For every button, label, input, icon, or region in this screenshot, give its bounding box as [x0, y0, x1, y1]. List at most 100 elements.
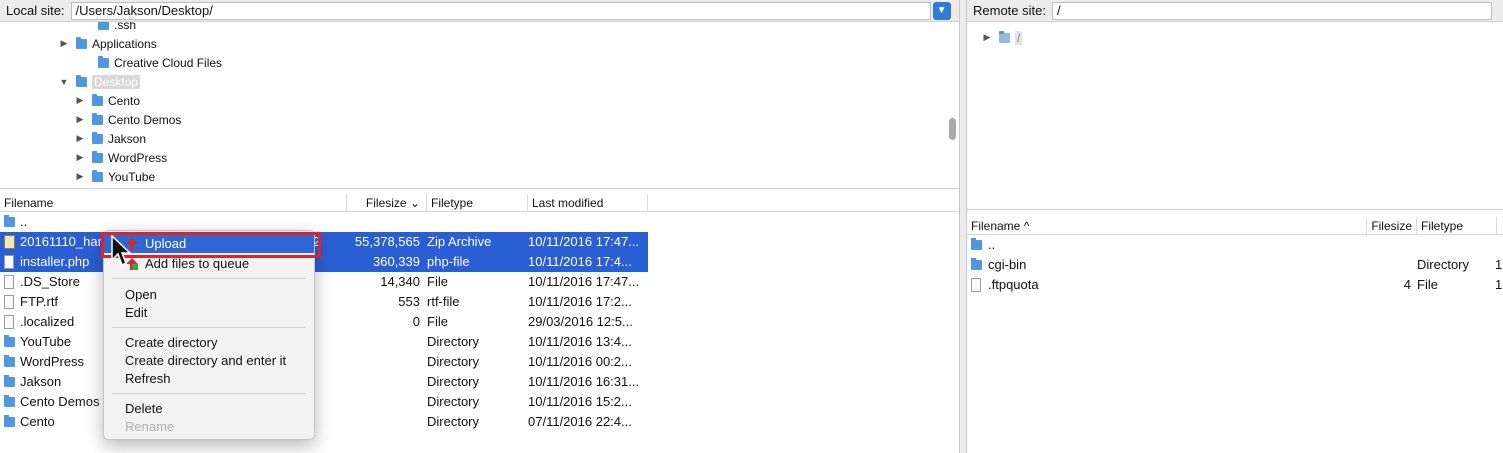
- file-row[interactable]: FTP.rtf 553 rtf-file 10/11/2016 17:2...: [0, 292, 648, 312]
- mouse-pointer-icon: [111, 235, 132, 267]
- file-size: [340, 332, 420, 352]
- folder-icon: [92, 131, 103, 144]
- menu-item-delete[interactable]: Delete: [104, 400, 314, 418]
- remote-column-extra[interactable]: 1: [1497, 217, 1503, 235]
- local-file-list-header: Filename Filesize ⌄ Filetype Last modifi…: [0, 194, 959, 212]
- file-type: Directory: [427, 354, 480, 369]
- local-tree-scrollbar[interactable]: [949, 118, 956, 140]
- menu-item-create-directory-enter[interactable]: Create directory and enter it: [104, 352, 314, 370]
- local-tree-item-label: Creative Cloud Files: [114, 55, 223, 70]
- folder-icon: [971, 238, 982, 250]
- expand-arrow-icon[interactable]: ▶: [74, 133, 86, 144]
- expand-arrow-icon[interactable]: ▶: [74, 114, 86, 125]
- expand-arrow-icon[interactable]: ▶: [74, 171, 86, 182]
- remote-file-size: 4: [1403, 277, 1411, 292]
- remote-column-filename[interactable]: Filename ^: [967, 217, 1367, 235]
- file-row[interactable]: Jakson Directory 10/11/2016 16:31...: [0, 372, 648, 392]
- column-filesize[interactable]: Filesize ⌄: [347, 194, 427, 212]
- menu-separator: [112, 327, 306, 328]
- local-tree-item[interactable]: ▶ WordPress: [74, 148, 167, 167]
- expand-arrow-icon[interactable]: ▶: [981, 32, 993, 43]
- remote-site-path-input[interactable]: /: [1051, 1, 1492, 20]
- remote-site-bar: Remote site: /: [967, 0, 1503, 22]
- remote-file-name: ..: [988, 237, 996, 252]
- column-filesize-label: Filesize: [365, 196, 407, 210]
- remote-tree-root[interactable]: ▶ /: [981, 28, 1023, 47]
- column-filetype[interactable]: Filetype: [427, 194, 528, 212]
- local-tree-item-label: .ssh: [114, 22, 137, 32]
- local-directory-tree[interactable]: .ssh ▶ Applications Creative Cloud Files ▼ De…: [0, 22, 959, 189]
- menu-item-create-directory[interactable]: Create directory: [104, 334, 314, 352]
- sort-up-icon: ^: [1023, 219, 1030, 233]
- column-last-modified[interactable]: Last modified: [528, 194, 648, 212]
- remote-file-extra: [1495, 235, 1503, 255]
- folder-icon: [92, 93, 103, 106]
- remote-file-row[interactable]: .ftpquota 4 File 1: [967, 275, 1503, 295]
- file-size: [340, 392, 420, 412]
- sort-chevron-icon: ⌄: [409, 196, 420, 210]
- file-type: Directory: [427, 394, 480, 409]
- file-row[interactable]: ..: [0, 212, 648, 232]
- expand-arrow-icon[interactable]: ▶: [74, 95, 86, 106]
- local-site-path-input[interactable]: /Users/Jakson/Desktop/: [70, 1, 931, 20]
- local-tree-item[interactable]: ▶ Jakson: [74, 129, 146, 148]
- local-tree-item-label: YouTube: [108, 169, 156, 184]
- folder-icon: [98, 22, 109, 30]
- folder-icon: [76, 74, 87, 87]
- folder-icon: [98, 55, 109, 68]
- remote-file-extra: 1: [1495, 277, 1503, 292]
- local-tree-item[interactable]: ▼ Desktop: [58, 72, 141, 91]
- file-row[interactable]: installer.php 360,339 php-file 10/11/2016 1…: [0, 252, 648, 272]
- remote-file-row[interactable]: ..: [967, 235, 1503, 255]
- local-tree-item[interactable]: ▶ Applications: [58, 34, 157, 53]
- collapse-arrow-icon[interactable]: ▼: [58, 77, 70, 87]
- file-name: Jakson: [20, 374, 62, 389]
- upload-annotation-box: [101, 232, 321, 258]
- folder-icon: [999, 30, 1010, 43]
- menu-item-edit[interactable]: Edit: [104, 304, 314, 322]
- local-tree-item[interactable]: Creative Cloud Files: [80, 53, 222, 72]
- menu-item-refresh[interactable]: Refresh: [104, 370, 314, 388]
- expand-arrow-icon[interactable]: ▶: [74, 152, 86, 163]
- file-size: [340, 372, 420, 392]
- local-tree-item-label: Applications: [92, 36, 157, 51]
- file-icon: [4, 275, 14, 289]
- file-size: 0: [412, 314, 420, 329]
- folder-icon: [971, 258, 982, 270]
- menu-item-rename: Rename: [125, 419, 175, 434]
- file-icon: [4, 315, 14, 329]
- local-tree-item[interactable]: ▶ YouTube: [74, 167, 155, 186]
- local-tree-item[interactable]: .ssh: [80, 22, 136, 34]
- local-tree-item[interactable]: ▶ Cento Demos: [74, 110, 181, 129]
- file-row[interactable]: YouTube Directory 10/11/2016 13:4...: [0, 332, 648, 352]
- file-row[interactable]: WordPress Directory 10/11/2016 00:2...: [0, 352, 648, 372]
- local-site-dropdown-button[interactable]: ▼: [932, 1, 951, 20]
- folder-icon: [4, 395, 15, 407]
- remote-file-list-header: Filename ^ Filesize Filetype 1: [967, 217, 1503, 235]
- file-row[interactable]: Cento Directory 07/11/2016 22:4...: [0, 412, 648, 432]
- column-filename[interactable]: Filename: [0, 194, 347, 212]
- remote-column-filesize[interactable]: Filesize: [1367, 217, 1417, 235]
- file-name: 20161110_har: [20, 234, 102, 249]
- file-name: installer.php: [20, 254, 90, 269]
- remote-file-size: [1367, 255, 1411, 275]
- file-row[interactable]: .DS_Store 14,340 File 10/11/2016 17:47...: [0, 272, 648, 292]
- file-name: Cento Demos: [20, 394, 100, 409]
- file-modified: 10/11/2016 00:2...: [528, 354, 632, 369]
- local-tree-item[interactable]: ▶ Cento: [74, 91, 140, 110]
- file-size: 55,378,565: [354, 234, 420, 249]
- file-row[interactable]: Cento Demos Directory 10/11/2016 15:2...: [0, 392, 648, 412]
- menu-item-open[interactable]: Open: [104, 286, 314, 304]
- remote-file-name: cgi-bin: [988, 257, 1027, 272]
- file-modified: 10/11/2016 13:4...: [528, 334, 632, 349]
- remote-file-type: [1417, 235, 1487, 255]
- file-modified: 07/11/2016 22:4...: [528, 414, 632, 429]
- remote-directory-tree[interactable]: ▶ /: [967, 22, 1503, 210]
- remote-file-row[interactable]: cgi-bin Directory 1: [967, 255, 1503, 275]
- file-modified: 10/11/2016 16:31...: [528, 374, 640, 389]
- remote-column-filetype[interactable]: Filetype: [1417, 217, 1497, 235]
- file-row[interactable]: 20161110_har 2 55,378,565 Zip Archive 10/11/…: [0, 232, 648, 252]
- file-row[interactable]: .localized 0 File 29/03/2016 12:5...: [0, 312, 648, 332]
- expand-arrow-icon[interactable]: ▶: [58, 38, 70, 49]
- file-type: [427, 212, 527, 232]
